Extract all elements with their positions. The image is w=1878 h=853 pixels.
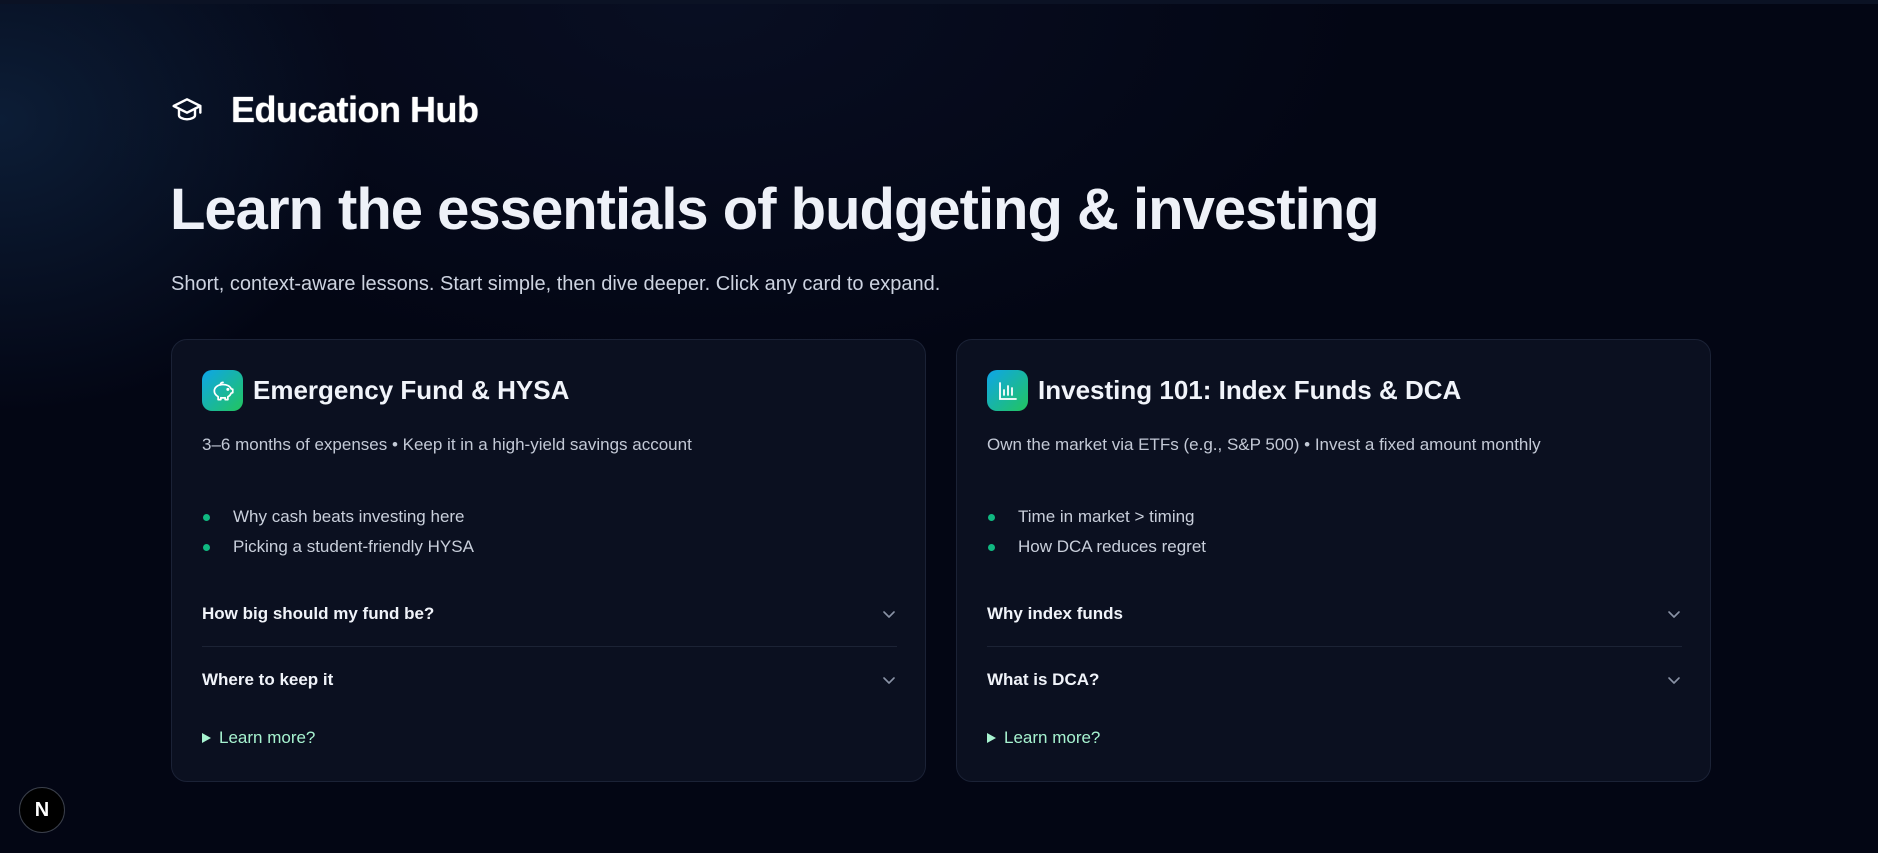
- card-title: Emergency Fund & HYSA: [253, 375, 570, 405]
- page-subtitle: Short, context-aware lessons. Start simp…: [171, 273, 941, 295]
- list-item: Why cash beats investing here: [202, 502, 474, 532]
- bullet-dot-icon: [203, 543, 210, 551]
- triangle-right-icon: [987, 733, 996, 743]
- accordion-where-to-keep[interactable]: Where to keep it: [202, 647, 897, 713]
- nextjs-logo-icon: N: [34, 798, 50, 821]
- bullet-dot-icon: [988, 543, 995, 551]
- list-item-label: Why cash beats investing here: [233, 507, 465, 526]
- card-header: Emergency Fund & HYSA: [202, 370, 569, 411]
- card-description: 3–6 months of expenses • Keep it in a hi…: [202, 435, 692, 454]
- list-item: How DCA reduces regret: [987, 532, 1206, 562]
- accordion-label: What is DCA?: [987, 670, 1100, 689]
- list-item: Picking a student-friendly HYSA: [202, 532, 474, 562]
- card-topics-list: Time in market > timing How DCA reduces …: [987, 502, 1206, 562]
- chevron-down-icon[interactable]: [1666, 672, 1682, 688]
- card-title: Investing 101: Index Funds & DCA: [1038, 375, 1462, 405]
- card-description: Own the market via ETFs (e.g., S&P 500) …: [987, 435, 1541, 454]
- chevron-down-icon[interactable]: [881, 606, 897, 622]
- learn-more-toggle[interactable]: Learn more?: [202, 728, 315, 748]
- nextjs-dev-badge[interactable]: N: [19, 787, 65, 833]
- accordion-label: Why index funds: [987, 603, 1123, 623]
- graduation-cap-icon: [171, 94, 203, 126]
- brand-title: Education Hub: [231, 89, 479, 130]
- learn-more-label: Learn more?: [1004, 728, 1101, 747]
- accordion-label: How big should my fund be?: [202, 603, 435, 623]
- card-topics-list: Why cash beats investing here Picking a …: [202, 502, 474, 562]
- accordion-fund-size[interactable]: How big should my fund be?: [202, 581, 897, 647]
- bullet-dot-icon: [988, 513, 995, 521]
- accordion-what-is-dca[interactable]: What is DCA?: [987, 647, 1682, 713]
- list-item-label: How DCA reduces regret: [1018, 537, 1207, 556]
- page-title: Learn the essentials of budgeting & inve…: [170, 177, 1380, 242]
- bullet-dot-icon: [203, 513, 210, 521]
- triangle-right-icon: [202, 733, 211, 743]
- learn-more-toggle[interactable]: Learn more?: [987, 728, 1100, 748]
- learn-more-label: Learn more?: [219, 728, 316, 747]
- brand-header: Education Hub: [171, 86, 479, 134]
- accordion-label: Where to keep it: [202, 670, 334, 689]
- lesson-card-investing-101[interactable]: Investing 101: Index Funds & DCA Own the…: [956, 339, 1711, 782]
- list-item-label: Picking a student-friendly HYSA: [233, 537, 474, 556]
- chevron-down-icon[interactable]: [1666, 606, 1682, 622]
- card-header: Investing 101: Index Funds & DCA: [987, 370, 1461, 411]
- list-item-label: Time in market > timing: [1018, 507, 1195, 526]
- chevron-down-icon[interactable]: [881, 672, 897, 688]
- top-border: [0, 0, 1878, 4]
- accordion-why-index-funds[interactable]: Why index funds: [987, 581, 1682, 647]
- bar-chart-icon: [987, 370, 1028, 411]
- list-item: Time in market > timing: [987, 502, 1206, 532]
- page: Education Hub Learn the essentials of bu…: [0, 0, 1878, 853]
- lesson-card-emergency-fund[interactable]: Emergency Fund & HYSA 3–6 months of expe…: [171, 339, 926, 782]
- piggy-bank-icon: [202, 370, 243, 411]
